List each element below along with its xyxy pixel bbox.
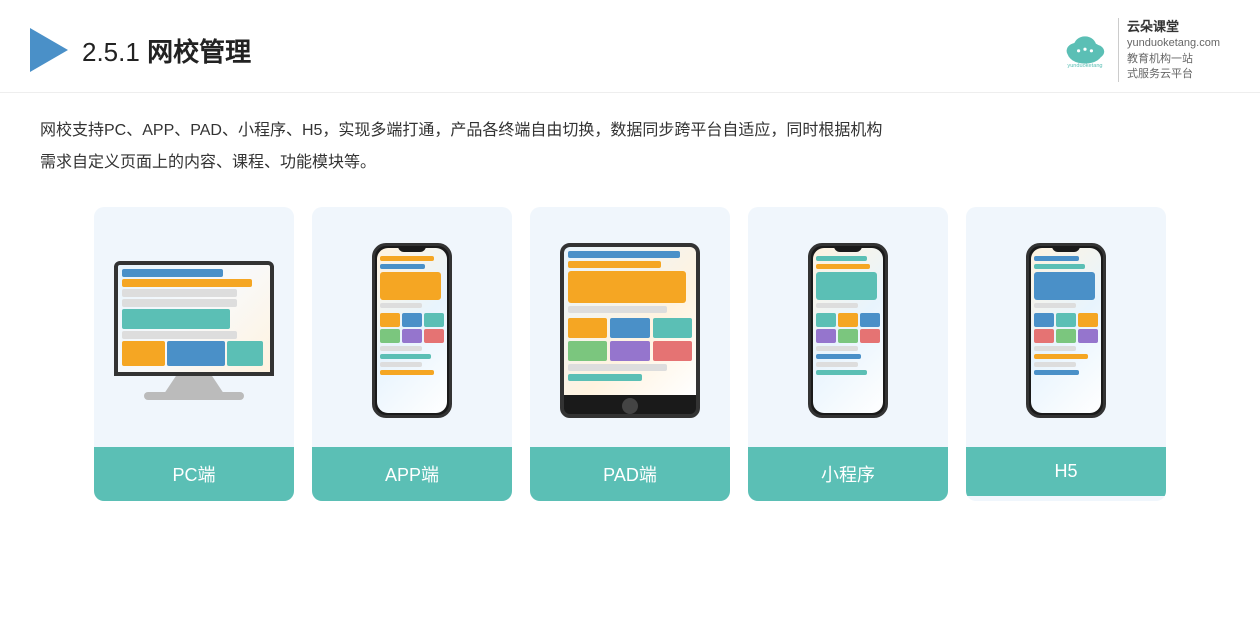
tablet-home-button [622, 398, 638, 414]
pc-col1 [122, 341, 165, 366]
card-miniprogram-image [748, 207, 948, 447]
svg-text:yunduoketang: yunduoketang [1067, 63, 1102, 69]
platform-cards: PC端 [0, 179, 1260, 521]
header: 2.5.1 网校管理 yunduoketang 云朵课堂 yunduoketan… [0, 0, 1260, 93]
pc-col2 [167, 341, 225, 366]
brand-text: 云朵课堂 yunduoketang.com 教育机构一站 式服务云平台 [1118, 18, 1220, 82]
phone-notch-h5 [1052, 246, 1080, 252]
pc-screen-banner [122, 309, 230, 329]
card-h5-image [966, 207, 1166, 447]
phone-mockup-h5 [1026, 243, 1106, 418]
card-pad: PAD端 [530, 207, 730, 501]
card-pc-image [94, 207, 294, 447]
logo-triangle-icon [30, 28, 68, 72]
card-h5-label: H5 [966, 447, 1166, 496]
cloud-logo-icon: yunduoketang [1060, 30, 1110, 70]
header-left: 2.5.1 网校管理 [30, 28, 251, 72]
pc-screen-bar2 [122, 279, 252, 287]
description-block: 网校支持PC、APP、PAD、小程序、H5，实现多端打通，产品各终端自由切换，数… [0, 93, 1260, 179]
description-line2: 需求自定义页面上的内容、课程、功能模块等。 [40, 147, 1220, 179]
phone-notch-mini [834, 246, 862, 252]
phone-mockup-mini [808, 243, 888, 418]
pc-screen-bar5 [122, 331, 237, 339]
card-pad-image [530, 207, 730, 447]
brand-logo: yunduoketang 云朵课堂 yunduoketang.com 教育机构一… [1060, 18, 1220, 82]
card-app-image [312, 207, 512, 447]
pc-screen-bar3 [122, 289, 237, 297]
card-app-label: APP端 [312, 447, 512, 501]
description-line1: 网校支持PC、APP、PAD、小程序、H5，实现多端打通，产品各终端自由切换，数… [40, 115, 1220, 147]
pc-stand [164, 376, 224, 394]
pc-col3 [227, 341, 263, 366]
card-h5: H5 [966, 207, 1166, 501]
card-pc: PC端 [94, 207, 294, 501]
pc-screen-bar1 [122, 269, 223, 277]
card-app: APP端 [312, 207, 512, 501]
phone-screen-mini [813, 248, 883, 413]
pc-screen [118, 265, 270, 372]
phone-notch-app [398, 246, 426, 252]
pc-screen-bar4 [122, 299, 237, 307]
tablet-mockup [560, 243, 700, 418]
tablet-screen [564, 247, 696, 395]
card-miniprogram-label: 小程序 [748, 447, 948, 501]
card-pad-label: PAD端 [530, 447, 730, 501]
phone-screen-app [377, 248, 447, 413]
pc-monitor [114, 261, 274, 376]
card-miniprogram: 小程序 [748, 207, 948, 501]
phone-screen-h5 [1031, 248, 1101, 413]
phone-mockup-app [372, 243, 452, 418]
pc-mockup [109, 261, 279, 400]
header-right: yunduoketang 云朵课堂 yunduoketang.com 教育机构一… [1060, 18, 1220, 82]
card-pc-label: PC端 [94, 447, 294, 501]
page-title: 2.5.1 网校管理 [82, 32, 251, 69]
